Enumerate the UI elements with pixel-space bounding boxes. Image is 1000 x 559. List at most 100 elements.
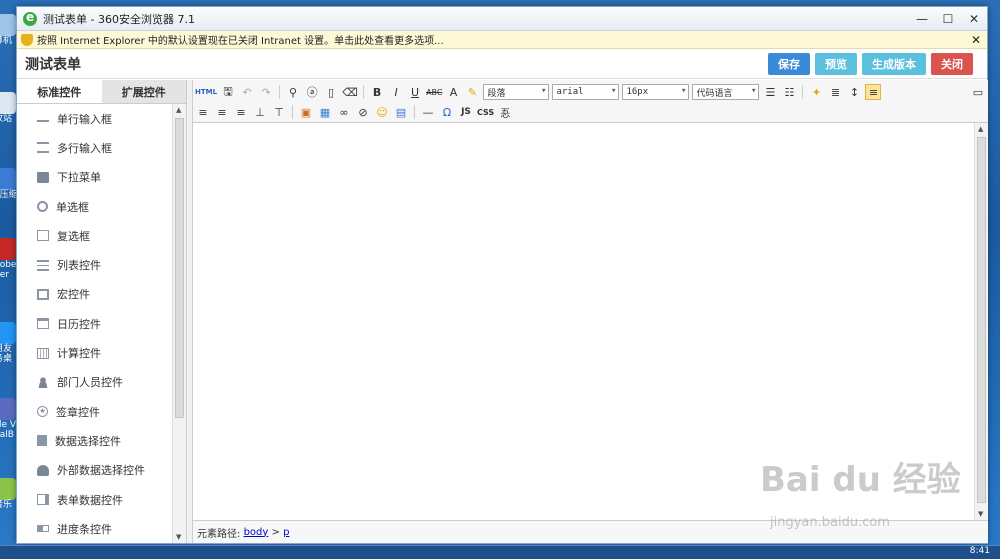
preview-button[interactable]: 预览 xyxy=(815,52,857,75)
controls-scrollbar[interactable]: ▲ ▼ xyxy=(172,104,186,543)
undo-icon[interactable]: ↶ xyxy=(239,84,255,100)
vertical-align-icon[interactable]: ⊥ xyxy=(252,104,268,120)
bold-button[interactable]: B xyxy=(369,84,385,100)
close-button[interactable]: 关闭 xyxy=(931,52,973,75)
generate-version-button[interactable]: 生成版本 xyxy=(862,52,926,75)
control-item-list[interactable]: 列表控件 xyxy=(17,250,169,279)
align-right-icon[interactable]: ≡ xyxy=(214,104,230,120)
eraser-icon[interactable]: ⌫ xyxy=(342,84,358,100)
paste-icon[interactable]: ▯ xyxy=(323,84,339,100)
control-item-calculator[interactable]: 计算控件 xyxy=(17,338,169,367)
path-link-p[interactable]: p xyxy=(283,527,289,538)
scrollbar-thumb[interactable] xyxy=(175,118,184,418)
cloud-icon xyxy=(37,464,49,476)
scroll-up-icon[interactable]: ▲ xyxy=(978,125,983,133)
list-icon xyxy=(37,259,49,271)
app-icon xyxy=(0,322,16,344)
control-item-calendar[interactable]: 日历控件 xyxy=(17,309,169,338)
archive-icon xyxy=(0,168,16,190)
font-family-select[interactable]: arial xyxy=(552,84,620,100)
css-button[interactable]: CSS xyxy=(477,104,494,120)
indent-icon[interactable]: ≣ xyxy=(827,84,843,100)
control-item-data-select[interactable]: 数据选择控件 xyxy=(17,426,169,455)
align-center-icon[interactable]: ≡ xyxy=(195,104,211,120)
control-item-dropdown[interactable]: 下拉菜单 xyxy=(17,163,169,192)
code-language-select[interactable]: 代码语言 xyxy=(692,84,760,100)
controls-list: 单行输入框 多行输入框 下拉菜单 单选框 复选框 列表控件 宏控件 日历控件 计… xyxy=(17,104,169,543)
unordered-list-icon[interactable]: ☷ xyxy=(781,84,797,100)
desktop-icon-label: 收站 xyxy=(0,114,13,124)
music-icon xyxy=(0,478,16,500)
close-window-icon[interactable]: ✕ xyxy=(961,10,987,28)
maximize-icon[interactable]: ☐ xyxy=(935,10,961,28)
watermark-logo: Bai du 经验 xyxy=(760,460,961,500)
control-item-textarea[interactable]: 多行输入框 xyxy=(17,133,169,162)
line-height-icon[interactable]: ↕ xyxy=(846,84,862,100)
html-source-button[interactable]: HTML xyxy=(195,84,217,100)
align-left-icon[interactable]: ≡ xyxy=(865,84,882,100)
scroll-down-icon[interactable]: ▼ xyxy=(978,510,983,518)
tab-standard-controls[interactable]: 标准控件 xyxy=(17,80,102,103)
editor-scrollbar[interactable]: ▲ ▼ xyxy=(974,123,988,520)
italic-button[interactable]: I xyxy=(388,84,404,100)
control-item-department-user[interactable]: 部门人员控件 xyxy=(17,368,169,397)
scroll-down-icon[interactable]: ▼ xyxy=(176,533,181,541)
save-doc-icon[interactable]: 🖫 xyxy=(220,84,236,100)
macro-icon xyxy=(37,288,49,300)
media-icon[interactable]: ▤ xyxy=(393,104,409,120)
font-color-button[interactable]: A xyxy=(445,84,461,100)
calendar-icon xyxy=(37,318,49,330)
control-item-external-data[interactable]: 外部数据选择控件 xyxy=(17,456,169,485)
toolbar-separator xyxy=(414,105,415,119)
minimize-icon[interactable]: — xyxy=(909,10,935,28)
text-direction-icon[interactable]: ⊤ xyxy=(271,104,287,120)
path-link-body[interactable]: body xyxy=(244,527,269,538)
horizontal-rule-button[interactable]: — xyxy=(420,104,436,120)
window-controls: — ☐ ✕ xyxy=(909,10,987,28)
magic-wand-icon[interactable]: ✦ xyxy=(808,84,824,100)
emoji-icon[interactable]: ☺ xyxy=(374,104,390,120)
justify-icon[interactable]: ≡ xyxy=(233,104,249,120)
paragraph-select[interactable]: 段落 xyxy=(483,84,550,100)
replace-icon[interactable]: ⓐ xyxy=(304,84,320,100)
controls-tabs: 标准控件 扩展控件 xyxy=(17,80,186,104)
strikethrough-button[interactable]: ABC xyxy=(426,84,442,100)
ordered-list-icon[interactable]: ☰ xyxy=(762,84,778,100)
redo-icon[interactable]: ↷ xyxy=(258,84,274,100)
control-item-radio[interactable]: 单选框 xyxy=(17,192,169,221)
control-item-checkbox[interactable]: 复选框 xyxy=(17,221,169,250)
control-item-label: 单选框 xyxy=(56,200,89,214)
control-item-seal[interactable]: ★ 签章控件 xyxy=(17,397,169,426)
desktop-icon-label: cle V ualB xyxy=(0,420,17,440)
control-item-form-data[interactable]: 表单数据控件 xyxy=(17,485,169,514)
control-item-text-input[interactable]: 单行输入框 xyxy=(17,104,169,133)
unlink-icon[interactable]: ⊘ xyxy=(355,104,371,120)
table-icon[interactable]: ▦ xyxy=(317,104,333,120)
info-bar[interactable]: 按照 Internet Explorer 中的默认设置现在已关闭 Intrane… xyxy=(17,31,987,49)
textarea-icon xyxy=(37,142,49,154)
save-button[interactable]: 保存 xyxy=(768,52,810,75)
fullscreen-icon[interactable]: ▭ xyxy=(970,84,986,100)
underline-button[interactable]: U xyxy=(407,84,423,100)
scrollbar-thumb[interactable] xyxy=(977,137,986,503)
recycle-bin-icon xyxy=(0,92,16,114)
path-separator: > xyxy=(271,526,280,538)
desktop-icon-label: dobe der xyxy=(0,260,17,280)
find-icon[interactable]: ⚲ xyxy=(285,84,301,100)
tab-extended-controls[interactable]: 扩展控件 xyxy=(101,80,186,103)
checkbox-icon xyxy=(37,230,49,242)
highlight-icon[interactable]: ✎ xyxy=(464,84,480,100)
info-bar-close-icon[interactable]: ✕ xyxy=(971,33,981,47)
control-item-macro[interactable]: 宏控件 xyxy=(17,280,169,309)
image-icon[interactable]: ▣ xyxy=(298,104,314,120)
element-path-label: 元素路径: xyxy=(197,528,241,540)
link-icon[interactable]: ∞ xyxy=(336,104,352,120)
js-button[interactable]: JS xyxy=(458,104,474,120)
control-item-progress[interactable]: 进度条控件 xyxy=(17,514,169,543)
chinese-conversion-button[interactable]: 忢 xyxy=(497,104,513,120)
control-item-label: 日历控件 xyxy=(57,317,101,331)
special-char-button[interactable]: Ω xyxy=(439,104,455,120)
scroll-up-icon[interactable]: ▲ xyxy=(176,106,181,114)
user-icon xyxy=(37,376,49,388)
font-size-select[interactable]: 16px xyxy=(622,84,690,100)
